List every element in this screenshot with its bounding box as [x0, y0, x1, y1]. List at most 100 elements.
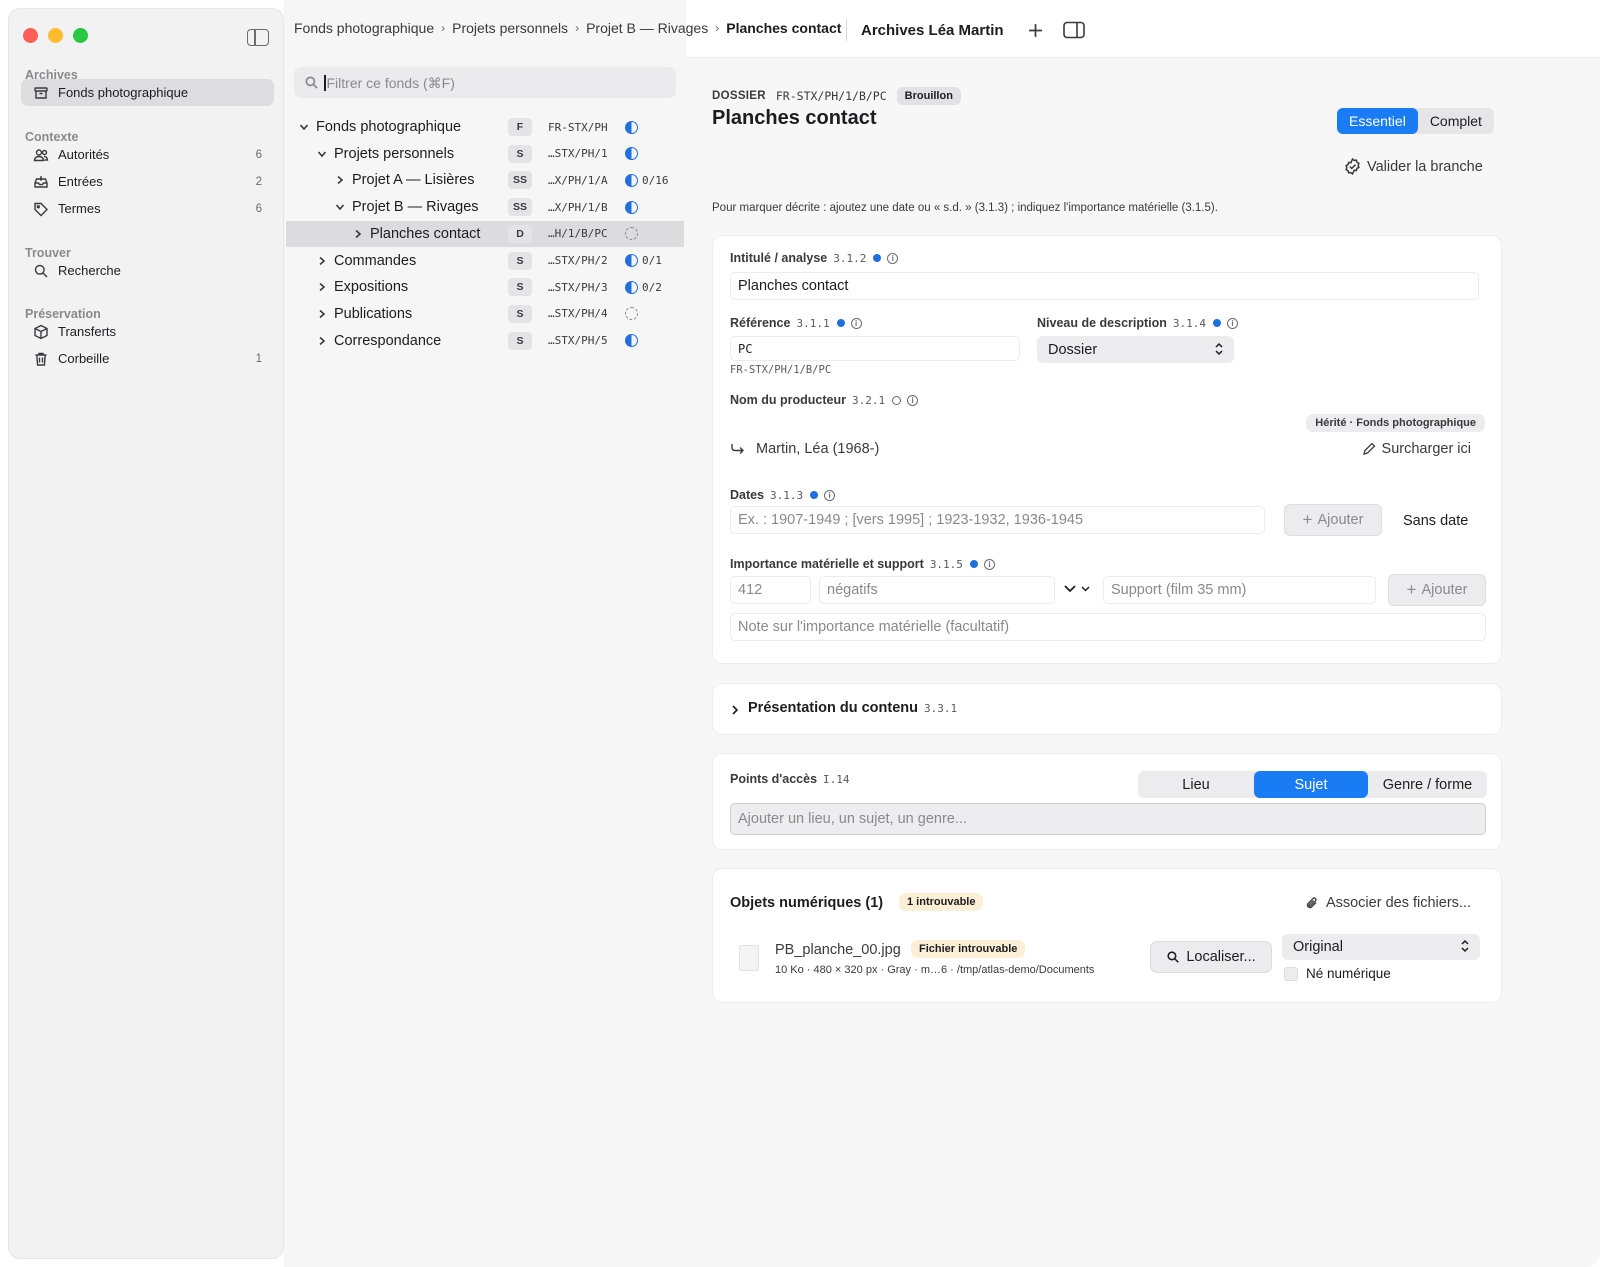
- field-label-text: Dates: [730, 488, 765, 502]
- archive-box-icon: [32, 84, 49, 101]
- breadcrumb-item[interactable]: Projet B — Rivages: [586, 20, 708, 36]
- field-label-niveau: Niveau de description 3.1.4 i: [1037, 316, 1239, 330]
- sidebar-item-count: 6: [255, 148, 262, 161]
- sidebar-item-termes[interactable]: Termes 6: [21, 195, 274, 222]
- breadcrumb-item[interactable]: Fonds photographique: [294, 20, 434, 36]
- chevron-right-icon[interactable]: [316, 281, 328, 293]
- chevron-down-icon[interactable]: [334, 201, 346, 213]
- inspector-toggle-icon[interactable]: [1060, 16, 1088, 44]
- tree-row[interactable]: Commandes S …STX/PH/2 0/1: [286, 248, 684, 274]
- tree-row[interactable]: Correspondance S …STX/PH/5: [286, 328, 684, 354]
- intitule-field[interactable]: Planches contact: [730, 272, 1479, 300]
- chevron-right-icon[interactable]: [352, 228, 364, 240]
- tab-essentiel[interactable]: Essentiel: [1337, 108, 1418, 134]
- info-icon[interactable]: i: [907, 394, 919, 406]
- info-icon[interactable]: i: [1227, 317, 1239, 329]
- unit-field[interactable]: négatifs: [819, 576, 1055, 604]
- close-window-button[interactable]: [23, 28, 38, 43]
- quantity-field[interactable]: 412: [730, 576, 811, 604]
- chevron-right-icon[interactable]: [316, 308, 328, 320]
- tree-row-label: Projets personnels: [334, 145, 455, 162]
- sidebar-item-recherche[interactable]: Recherche: [21, 257, 274, 284]
- sidebar-item-fonds-photographique[interactable]: Fonds photographique: [21, 79, 274, 106]
- presentation-card[interactable]: Présentation du contenu 3.3.1: [712, 683, 1502, 735]
- tree-row[interactable]: Expositions S …STX/PH/3 0/2: [286, 274, 684, 300]
- chevron-right-icon[interactable]: [334, 174, 346, 186]
- tree-row[interactable]: Planches contact D …H/1/B/PC: [286, 220, 684, 247]
- chevron-down-icon[interactable]: [316, 148, 328, 160]
- unit-dropdown-button[interactable]: [1062, 581, 1094, 600]
- tree-row-ref: …STX/PH/2: [548, 254, 608, 267]
- chevron-down-icon: [1064, 585, 1090, 593]
- chevron-right-icon: ›: [441, 21, 446, 35]
- cube-icon: [32, 323, 49, 340]
- zoom-window-button[interactable]: [73, 28, 88, 43]
- no-date-button[interactable]: Sans date: [1403, 513, 1468, 529]
- window-controls: [23, 28, 88, 43]
- sidebar-item-transferts[interactable]: Transferts: [21, 318, 274, 345]
- sidebar: Archives Fonds photographique Contexte A…: [8, 8, 284, 1259]
- sidebar-item-label: Recherche: [58, 263, 121, 278]
- field-code: 3.1.3: [770, 488, 804, 502]
- associate-files-button[interactable]: Associer des fichiers...: [1305, 895, 1471, 911]
- validate-branch-button[interactable]: Valider la branche: [1344, 158, 1483, 175]
- tree-row-count: 0/1: [642, 254, 662, 267]
- field-code: 3.1.5: [929, 557, 963, 571]
- file-role-select[interactable]: Original: [1282, 934, 1480, 960]
- tree-row[interactable]: Fonds photographique F FR-STX/PH: [286, 114, 684, 140]
- tab-complet[interactable]: Complet: [1418, 108, 1494, 134]
- half-circle-status-icon: [625, 254, 638, 267]
- born-digital-checkbox[interactable]: [1284, 966, 1298, 981]
- half-circle-status-icon: [625, 280, 638, 294]
- digital-objects-title: Objets numériques (1): [730, 895, 884, 911]
- tag-icon: [32, 200, 49, 217]
- sidebar-item-autorites[interactable]: Autorités 6: [21, 141, 274, 168]
- override-button[interactable]: Surcharger ici: [1362, 441, 1471, 457]
- sidebar-item-label: Transferts: [58, 324, 117, 339]
- field-label-text: Référence: [730, 316, 791, 330]
- archive-title: Archives Léa Martin: [861, 21, 1004, 39]
- tree-row[interactable]: Projet A — Lisières SS …X/PH/1/A 0/16: [286, 167, 684, 193]
- toolbar: Archives Léa Martin: [845, 14, 1088, 46]
- breadcrumb-item[interactable]: Projets personnels: [452, 20, 568, 36]
- info-icon[interactable]: i: [824, 489, 836, 501]
- minimize-window-button[interactable]: [48, 28, 63, 43]
- born-digital-checkbox-row[interactable]: Né numérique: [1284, 966, 1391, 981]
- tree-row[interactable]: Publications S …STX/PH/4: [286, 301, 684, 327]
- access-point-input[interactable]: Ajouter un lieu, un sujet, un genre...: [730, 803, 1486, 835]
- sidebar-item-corbeille[interactable]: Corbeille 1: [21, 345, 274, 372]
- chevron-right-icon: [732, 705, 739, 715]
- tree-row[interactable]: Projets personnels S …STX/PH/1: [286, 141, 684, 167]
- add-icon[interactable]: [1022, 16, 1050, 44]
- tab-genre-forme[interactable]: Genre / forme: [1368, 771, 1487, 798]
- dates-input[interactable]: Ex. : 1907-1949 ; [vers 1995] ; 1923-193…: [730, 506, 1265, 534]
- status-badge: Brouillon: [896, 87, 961, 105]
- info-icon[interactable]: i: [983, 558, 995, 570]
- tab-sujet[interactable]: Sujet: [1254, 771, 1368, 798]
- chevron-right-icon[interactable]: [316, 255, 328, 267]
- add-date-button[interactable]: + Ajouter: [1284, 504, 1382, 536]
- inherited-producer: Martin, Léa (1968-): [730, 441, 879, 457]
- missing-badge: 1 introuvable: [899, 893, 984, 911]
- plus-icon: +: [1302, 510, 1313, 529]
- tree-row[interactable]: Projet B — Rivages SS …X/PH/1/B: [286, 194, 684, 220]
- info-icon[interactable]: i: [887, 252, 899, 264]
- tab-lieu[interactable]: Lieu: [1138, 771, 1254, 798]
- info-icon[interactable]: i: [850, 317, 862, 329]
- support-field[interactable]: Support (film 35 mm): [1103, 576, 1376, 604]
- importance-note-field[interactable]: Note sur l'importance matérielle (facult…: [730, 613, 1486, 641]
- chevron-right-icon[interactable]: [316, 335, 328, 347]
- add-importance-button[interactable]: + Ajouter: [1388, 574, 1486, 606]
- file-meta: 10 Ko · 480 × 320 px · Gray · m…6 · /tmp…: [775, 964, 1095, 976]
- half-circle-status-icon: [625, 173, 638, 187]
- locate-button[interactable]: Localiser...: [1150, 941, 1272, 973]
- niveau-select[interactable]: Dossier: [1037, 336, 1234, 363]
- reference-field[interactable]: PC: [730, 336, 1020, 361]
- sidebar-toggle-icon[interactable]: [247, 29, 269, 46]
- sidebar-item-entrees[interactable]: Entrées 2: [21, 168, 274, 195]
- filter-input[interactable]: [326, 74, 657, 91]
- identification-card: Intitulé / analyse 3.1.2 i Planches contac…: [712, 235, 1502, 664]
- filter-field[interactable]: [294, 67, 676, 98]
- chevron-down-icon[interactable]: [298, 121, 310, 133]
- level-badge: SS: [508, 171, 532, 190]
